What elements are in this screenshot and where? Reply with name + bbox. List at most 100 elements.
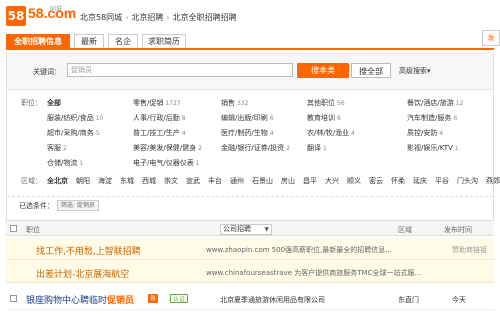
job-category-link[interactable]: 美容/美发/保健/健身 2 — [133, 143, 202, 153]
region-link[interactable]: 宣武 — [186, 176, 200, 186]
breadcrumb-fulltime[interactable]: 北京全职招聘招聘 — [173, 13, 237, 22]
job-category-link[interactable]: 全部 — [47, 98, 61, 108]
job-category-link[interactable]: 影视/娱乐/KTV 1 — [407, 143, 459, 153]
region-link[interactable]: 崇文 — [164, 176, 178, 186]
region-link[interactable]: 昌平 — [303, 176, 317, 186]
company-filter-label: 公司招聘 — [223, 225, 251, 233]
region-link[interactable]: 平谷 — [435, 176, 449, 186]
filter-panel: 关键词： 促销员 搜本类 搜全部 高级搜索▾ 职位： 全部 零售/促销 1727 销售… — [6, 52, 500, 232]
region-link[interactable]: 门头沟 — [457, 176, 478, 186]
sponsored-title[interactable]: 出差计划-北京展海航空 — [36, 267, 129, 280]
job-category-link[interactable]: 超市/采购/商务 5 — [47, 128, 100, 138]
selected-label: 已选条件： — [19, 202, 54, 210]
job-category-link[interactable]: 农/林/牧/渔业 4 — [307, 128, 355, 138]
search-row: 关键词： 促销员 搜本类 搜全部 高级搜索▾ — [7, 52, 493, 90]
search-input[interactable]: 促销员 — [67, 63, 293, 77]
selected-conditions: 已选条件： 筛选: 促销员 — [7, 196, 493, 212]
sponsored-desc: www.zhaopin.com 500强高薪职位,最新最全的招聘信息... — [206, 246, 392, 254]
job-category-name: 全部 — [47, 99, 61, 107]
job-category-link[interactable]: 翻译 1 — [307, 143, 327, 153]
column-time: 发布时间 — [444, 226, 472, 234]
job-category-link[interactable]: 零售/促销 1727 — [133, 98, 181, 108]
job-category-count: 1 — [79, 160, 84, 167]
selected-filter-tag[interactable]: 筛选: 促销员 — [57, 200, 99, 211]
tab-resumes[interactable]: 求职简历 — [142, 34, 186, 48]
region-link[interactable]: 大兴 — [325, 176, 339, 186]
job-category-link[interactable]: 销售 332 — [221, 98, 248, 108]
job-category-link[interactable]: 汽车制造/服务 6 — [407, 113, 457, 123]
breadcrumb-city[interactable]: 北京58同城 — [80, 13, 122, 22]
job-category-link[interactable]: 金融/银行/证券/投资 2 — [221, 143, 290, 153]
breadcrumb-jobs[interactable]: 北京招聘 — [131, 13, 163, 22]
job-category-link[interactable]: 服装/纺织/食品 10 — [47, 113, 103, 123]
post-button[interactable]: 发 — [482, 30, 500, 46]
job-time: 今天 — [452, 296, 466, 304]
job-category-count: 12 — [455, 100, 464, 107]
job-category-link[interactable]: 电子/电气/仪器仪表 1 — [133, 158, 200, 168]
job-category-link[interactable]: 编辑/出版/印刷 6 — [221, 113, 274, 123]
region-link[interactable]: 海淀 — [98, 176, 112, 186]
job-category-name: 农/林/牧/渔业 — [307, 129, 350, 137]
job-category-name: 人事/行政/后勤 — [133, 114, 180, 122]
company-name[interactable]: 北京夏季通旅游休闲用品有限公司 — [220, 295, 325, 305]
job-category-link[interactable]: 其他职位 56 — [307, 98, 345, 108]
row-checkbox[interactable] — [10, 295, 17, 302]
advanced-search-link[interactable]: 高级搜索▾ — [399, 66, 431, 76]
region-link[interactable]: 全北京 — [47, 176, 68, 186]
job-category-name: 编辑/出版/印刷 — [221, 114, 268, 122]
region-link[interactable]: 房山 — [281, 176, 295, 186]
job-category-link[interactable]: 质控/安防 4 — [407, 128, 443, 138]
job-category-link[interactable]: 客服 2 — [47, 143, 67, 153]
select-all-checkbox[interactable] — [10, 225, 17, 232]
region-filter: 区域： 全北京 朝阳 海淀 东城 西城 崇文 宣武 丰台 通州 石景山 房山 昌平 大兴 顺义 密云 怀柔 延庆… — [7, 176, 500, 188]
search-all-button[interactable]: 搜全部 — [351, 63, 391, 78]
region-link[interactable]: 朝阳 — [76, 176, 90, 186]
region-link[interactable]: 顺义 — [347, 176, 361, 186]
tab-famous-companies[interactable]: 名企 — [108, 34, 138, 48]
sponsored-row[interactable]: 找工作,不用愁,上智联招聘 www.zhaopin.com 500强高薪职位,最… — [6, 238, 494, 260]
job-category-count: 2 — [63, 145, 67, 152]
job-category-link[interactable]: 餐饮/酒店/旅游 12 — [407, 98, 463, 108]
tab-fulltime-jobs[interactable]: 全职招聘信息 — [6, 34, 70, 48]
job-category-link[interactable]: 教育培训 6 — [307, 113, 341, 123]
category-tabs: 全职招聘信息 最新 名企 求职简历 发 — [6, 30, 500, 50]
job-category-count: 10 — [95, 115, 104, 122]
job-category-name: 汽车制造/服务 — [407, 114, 452, 122]
region-link[interactable]: 石景山 — [252, 176, 273, 186]
job-category-count: 6 — [453, 115, 458, 122]
job-category-name: 质控/安防 — [407, 129, 438, 137]
region-link[interactable]: 丰台 — [208, 176, 222, 186]
job-category-count: 4 — [181, 130, 186, 137]
job-title-highlight: 促销员 — [107, 296, 135, 306]
job-category-count: 1727 — [165, 100, 181, 107]
job-category-name: 医疗/制药/生物 — [221, 129, 268, 137]
region-link[interactable]: 燕郊 — [486, 176, 500, 186]
verified-badge: 认证 — [170, 294, 189, 303]
column-area: 区域 — [398, 226, 412, 234]
job-category-name: 美容/美发/保健/健身 — [133, 144, 197, 152]
job-category-name: 其他职位 — [307, 99, 335, 107]
site-logo[interactable]: 58 58.com 同城 — [6, 4, 76, 28]
job-category-link[interactable]: 普工/技工/生产 4 — [133, 128, 186, 138]
job-title-link[interactable]: 银座购物中心聘临时促销员 — [26, 293, 134, 306]
region-link[interactable]: 通州 — [230, 176, 244, 186]
region-link[interactable]: 延庆 — [413, 176, 427, 186]
job-category-count: 4 — [269, 130, 274, 137]
job-category-name: 客服 — [47, 144, 61, 152]
table-row[interactable]: 银座购物中心聘临时促销员 急 认证 北京夏季通旅游休闲用品有限公司 东直门 今天 — [6, 288, 494, 310]
sponsored-row[interactable]: 出差计划-北京展海航空 www.chinafourseastrave 为客户提供… — [6, 261, 494, 283]
region-link[interactable]: 密云 — [369, 176, 383, 186]
region-link[interactable]: 西城 — [142, 176, 156, 186]
company-filter-select[interactable]: 公司招聘 ▼ — [220, 224, 272, 235]
region-link[interactable]: 东城 — [120, 176, 134, 186]
job-category-link[interactable]: 仓储/物流 1 — [47, 158, 83, 168]
job-category-count: 6 — [269, 115, 274, 122]
tab-latest[interactable]: 最新 — [74, 34, 104, 48]
job-category-link[interactable]: 人事/行政/后勤 8 — [133, 113, 186, 123]
sponsored-title[interactable]: 找工作,不用愁,上智联招聘 — [36, 244, 141, 257]
job-category-label: 职位： — [21, 99, 42, 107]
job-category-name: 服装/纺织/食品 — [47, 114, 94, 122]
job-category-link[interactable]: 医疗/制药/生物 4 — [221, 128, 274, 138]
search-category-button[interactable]: 搜本类 — [297, 63, 349, 78]
region-link[interactable]: 怀柔 — [391, 176, 405, 186]
